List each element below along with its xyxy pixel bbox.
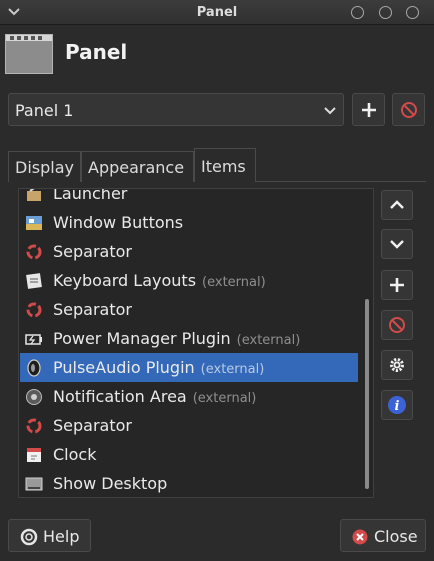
- item-label: Clock: [53, 445, 97, 464]
- page-title: Panel: [65, 40, 128, 64]
- gear-icon: [390, 358, 404, 372]
- scroll-thumb[interactable]: [365, 299, 369, 489]
- list-item-selected[interactable]: PulseAudio Plugin (external): [20, 353, 358, 382]
- close-button[interactable]: Close: [340, 519, 426, 552]
- list-item[interactable]: Keyboard Layouts (external): [20, 266, 358, 295]
- remove-panel-button[interactable]: [392, 93, 425, 126]
- item-label: Show Desktop: [53, 474, 168, 493]
- plus-icon: [361, 102, 376, 117]
- info-icon: i: [388, 396, 406, 414]
- item-label: Keyboard Layouts: [53, 271, 197, 290]
- item-label: Power Manager Plugin: [53, 329, 231, 348]
- show-desktop-icon: [25, 477, 43, 491]
- keyboard-layouts-icon: [26, 273, 42, 289]
- close-window-button[interactable]: [406, 6, 419, 19]
- help-icon: [20, 528, 38, 546]
- help-button[interactable]: Help: [8, 519, 91, 552]
- tab-display[interactable]: Display: [8, 151, 81, 182]
- close-icon: [352, 529, 368, 545]
- list-item[interactable]: Window Buttons: [20, 208, 358, 237]
- external-tag: (external): [236, 333, 301, 348]
- chevron-down-icon: [390, 240, 404, 249]
- minimize-button[interactable]: [351, 6, 364, 19]
- title-bar: Panel: [0, 0, 434, 25]
- external-tag: (external): [200, 362, 265, 377]
- plus-icon: [390, 278, 404, 292]
- speaker-icon: [27, 359, 41, 377]
- separator-icon: [26, 302, 42, 318]
- panel-select-value: Panel 1: [15, 101, 74, 120]
- remove-icon: [389, 317, 405, 333]
- panel-preferences-icon: [5, 34, 53, 74]
- help-label: Help: [43, 527, 80, 546]
- panel-select[interactable]: Panel 1: [8, 93, 344, 126]
- move-up-button[interactable]: [381, 190, 413, 220]
- list-item[interactable]: Clock: [20, 440, 358, 469]
- move-down-button[interactable]: [381, 229, 413, 259]
- item-label: Launcher: [53, 188, 128, 203]
- add-item-button[interactable]: [381, 270, 413, 300]
- item-preferences-button[interactable]: [381, 350, 413, 380]
- list-item[interactable]: Notification Area (external): [20, 382, 358, 411]
- add-panel-button[interactable]: [352, 93, 385, 126]
- item-label: Separator: [53, 300, 132, 319]
- notification-area-icon: [26, 389, 42, 405]
- svg-text:i: i: [395, 399, 400, 414]
- launcher-icon: [27, 189, 41, 201]
- external-tag: (external): [192, 391, 257, 406]
- chevron-down-icon: [324, 107, 336, 115]
- chevron-up-icon: [390, 200, 404, 209]
- list-item[interactable]: Separator: [20, 411, 358, 440]
- list-item[interactable]: Show Desktop: [20, 469, 358, 497]
- separator-icon: [26, 418, 42, 434]
- maximize-button[interactable]: [379, 6, 392, 19]
- item-label: PulseAudio Plugin: [53, 358, 195, 377]
- panel-items-list[interactable]: Launcher Window Buttons Separator Keyboa…: [18, 188, 374, 498]
- remove-item-button[interactable]: [381, 310, 413, 340]
- window-title: Panel: [196, 5, 238, 20]
- item-label: Separator: [53, 416, 132, 435]
- list-item[interactable]: Launcher: [20, 188, 358, 208]
- separator-icon: [26, 244, 42, 260]
- item-label: Notification Area: [53, 387, 187, 406]
- close-label: Close: [374, 527, 418, 546]
- external-tag: (external): [202, 275, 266, 290]
- list-item[interactable]: Power Manager Plugin (external): [20, 324, 358, 353]
- list-item[interactable]: Separator: [20, 295, 358, 324]
- battery-icon: [25, 334, 42, 345]
- tab-items[interactable]: Items: [194, 148, 256, 182]
- item-label: Window Buttons: [53, 213, 184, 232]
- list-scrollbar[interactable]: [363, 189, 371, 497]
- window-buttons-icon: [26, 216, 42, 230]
- item-label: Separator: [53, 242, 132, 261]
- item-about-button[interactable]: i: [381, 390, 413, 420]
- list-item[interactable]: Separator: [20, 237, 358, 266]
- calendar-icon: [27, 448, 41, 462]
- tab-appearance[interactable]: Appearance: [81, 151, 194, 182]
- remove-icon: [400, 101, 417, 118]
